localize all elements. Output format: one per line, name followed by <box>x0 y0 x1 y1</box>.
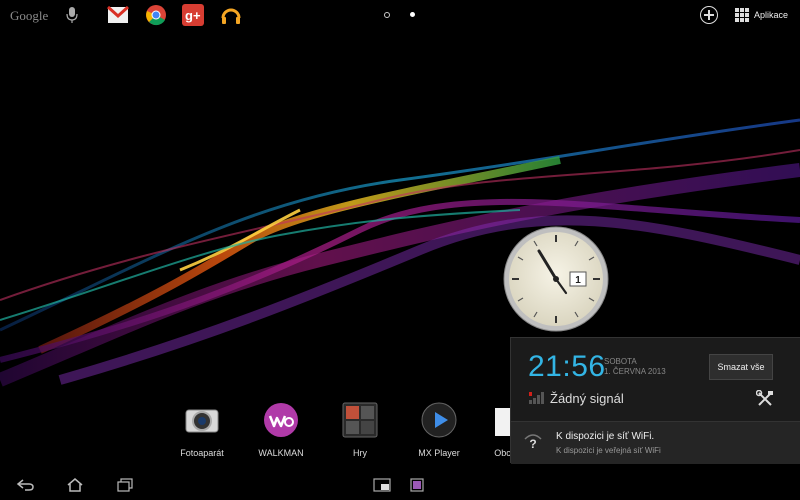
back-icon[interactable] <box>16 478 36 492</box>
small-app-icon[interactable] <box>373 478 391 492</box>
walkman-icon <box>264 403 298 437</box>
navigation-bar <box>0 470 800 500</box>
add-widget-icon[interactable] <box>700 6 718 24</box>
small-app-launcher-icon[interactable] <box>410 478 424 492</box>
dock: Fotoaparát WALKMAN Hry MX Player Obch <box>0 400 530 470</box>
page-indicator-active <box>410 12 415 17</box>
wifi-notification-title: K dispozici je síť WiFi. <box>556 431 655 442</box>
dock-item-walkman[interactable]: WALKMAN <box>246 400 316 458</box>
svg-text:g+: g+ <box>185 8 201 23</box>
dock-item-camera[interactable]: Fotoaparát <box>167 400 237 458</box>
settings-tools-icon[interactable] <box>756 390 774 408</box>
apps-grid-icon <box>735 8 749 22</box>
apps-label: Aplikace <box>754 10 789 20</box>
recent-apps-icon[interactable] <box>116 478 134 492</box>
dock-item-label: Hry <box>353 448 367 458</box>
wifi-notification-subtitle: K dispozici je veřejná síť WiFi <box>556 446 661 455</box>
dock-item-label: Fotoaparát <box>180 448 224 458</box>
dock-item-games[interactable]: Hry <box>325 400 395 458</box>
signal-status-text: Žádný signál <box>550 391 624 406</box>
svg-text:?: ? <box>529 437 536 450</box>
clock-date-number: 1 <box>575 275 581 286</box>
analog-clock-widget[interactable]: 1 <box>502 225 610 333</box>
play-music-icon[interactable] <box>220 4 242 26</box>
notification-time: 21:56 <box>528 350 606 383</box>
apps-button[interactable]: Aplikace <box>735 7 788 23</box>
notification-panel: 21:56 SOBOTA 1. ČERVNA 2013 Smazat vše Ž… <box>510 337 800 464</box>
camera-icon <box>185 409 219 433</box>
microphone-icon[interactable] <box>66 6 78 24</box>
google-plus-icon[interactable]: g+ <box>182 4 204 26</box>
notification-date: 1. ČERVNA 2013 <box>604 367 666 376</box>
wifi-notification[interactable]: ? K dispozici je síť WiFi. K dispozici j… <box>511 421 800 464</box>
dock-item-label: MX Player <box>418 448 460 458</box>
dock-item-label: WALKMAN <box>258 448 304 458</box>
games-icon <box>342 402 378 438</box>
dock-item-mx-player[interactable]: MX Player <box>404 400 474 458</box>
page-indicator-inactive <box>384 12 390 18</box>
wifi-question-icon: ? <box>524 434 542 450</box>
mx-player-icon <box>421 402 457 438</box>
chrome-icon[interactable] <box>145 4 167 26</box>
notification-day: SOBOTA <box>604 357 637 366</box>
top-bar: Google g+ Aplikace <box>0 0 800 30</box>
no-signal-icon <box>529 392 544 404</box>
google-search-logo[interactable]: Google <box>10 8 48 24</box>
clear-all-button[interactable]: Smazat vše <box>709 354 773 380</box>
home-icon[interactable] <box>66 478 84 492</box>
gmail-icon[interactable] <box>107 4 129 26</box>
